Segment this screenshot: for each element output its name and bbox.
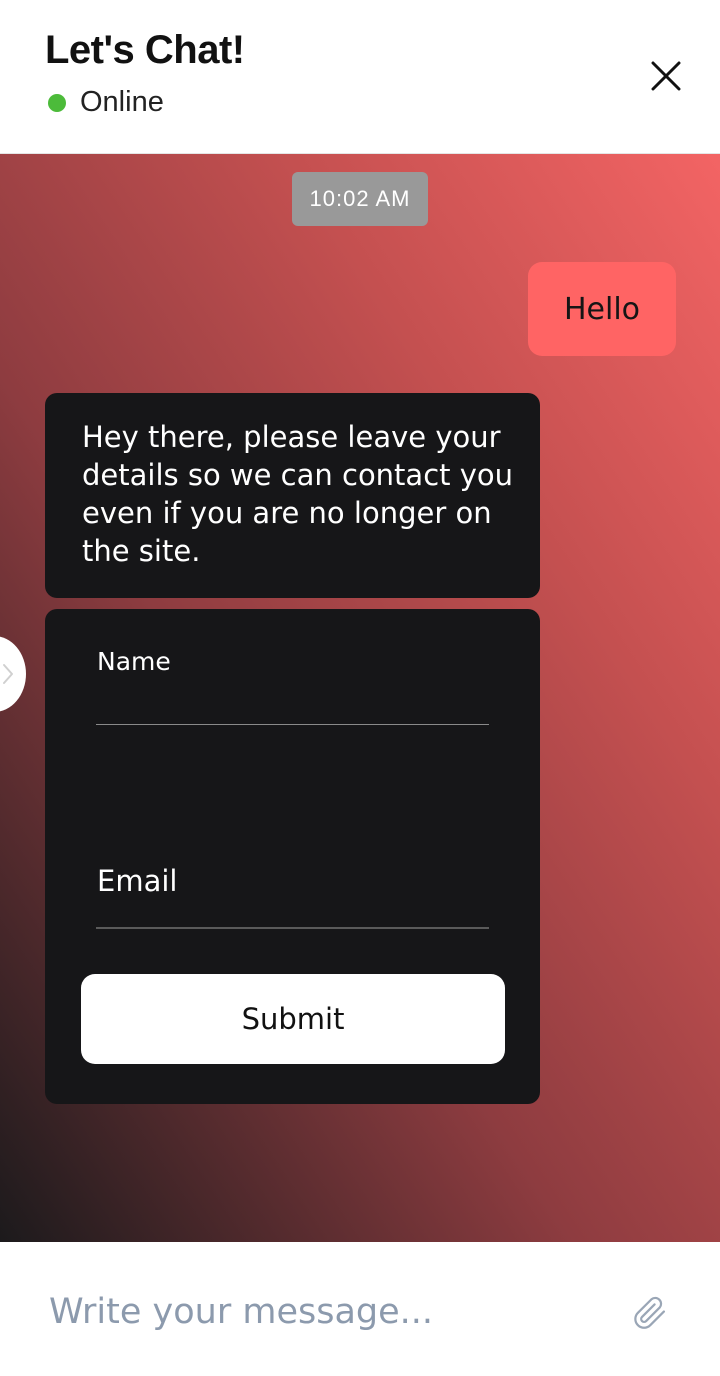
- attach-button[interactable]: [630, 1294, 668, 1332]
- submit-button[interactable]: Submit: [81, 974, 505, 1064]
- status-text: Online: [80, 86, 164, 118]
- email-underline: [96, 927, 489, 929]
- chat-title: Let's Chat!: [45, 28, 245, 72]
- message-timestamp: 10:02 AM: [292, 172, 428, 226]
- chevron-right-icon: [3, 664, 13, 684]
- close-icon: [651, 61, 681, 91]
- user-message-bubble: Hello: [528, 262, 676, 356]
- chat-header: Let's Chat! Online: [0, 0, 720, 154]
- name-label: Name: [97, 647, 171, 676]
- status-indicator: Online: [48, 86, 164, 119]
- chat-area[interactable]: 10:02 AM Hello Hey there, please leave y…: [0, 154, 720, 1242]
- close-button[interactable]: [644, 54, 688, 98]
- name-input[interactable]: [96, 682, 489, 722]
- email-label: Email: [97, 864, 178, 898]
- side-panel-toggle[interactable]: [0, 636, 26, 712]
- online-dot-icon: [48, 93, 66, 112]
- bot-message-bubble: Hey there, please leave your details so …: [45, 393, 540, 598]
- paperclip-icon: [634, 1296, 665, 1329]
- contact-form: Name Email Submit: [45, 609, 540, 1104]
- message-input[interactable]: [49, 1284, 609, 1340]
- name-underline: [96, 724, 489, 725]
- message-composer: [0, 1242, 720, 1376]
